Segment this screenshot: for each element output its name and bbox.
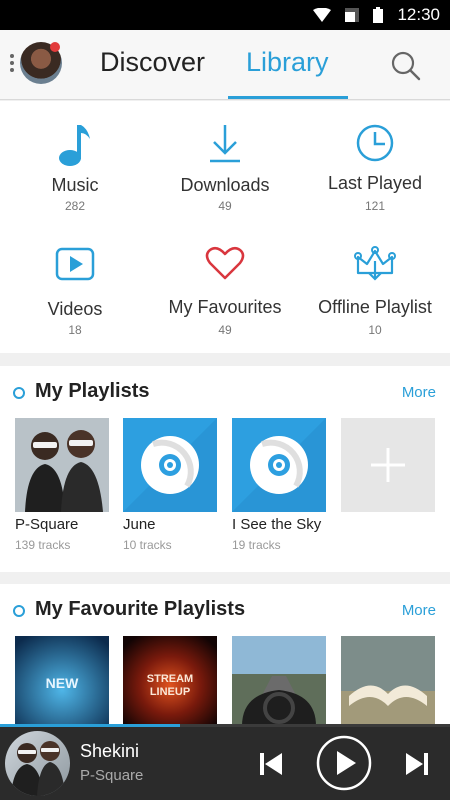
video-play-icon xyxy=(55,247,95,281)
section-ring-icon xyxy=(13,605,25,617)
favourite-playlists-section: My Favourite Playlists More NEW STREAM LI… xyxy=(0,584,450,726)
search-button[interactable] xyxy=(390,50,422,82)
download-icon xyxy=(210,125,240,163)
plus-icon xyxy=(371,448,405,482)
search-icon xyxy=(391,51,421,81)
playlist-track-count: 10 tracks xyxy=(123,538,172,552)
active-tab-indicator xyxy=(228,96,348,99)
clock-icon xyxy=(356,124,394,162)
tab-discover[interactable]: Discover xyxy=(100,30,205,100)
disc-icon xyxy=(232,418,326,512)
skip-previous-icon xyxy=(260,753,282,775)
playlist-title: P-Square xyxy=(15,516,79,533)
wifi-icon xyxy=(313,8,332,22)
library-item-count: 18 xyxy=(68,323,82,337)
add-playlist-button[interactable] xyxy=(341,418,435,512)
section-header: My Favourite Playlists More xyxy=(0,584,450,636)
tab-library[interactable]: Library xyxy=(246,30,329,100)
playlist-cover-june[interactable] xyxy=(123,418,217,512)
now-playing-title: Shekini xyxy=(80,741,140,761)
library-item-label: Downloads xyxy=(180,175,270,195)
library-item-offline-playlist[interactable]: Offline Playlist 10 xyxy=(300,227,450,353)
cover-art-stream-lineup: STREAM LINEUP xyxy=(123,636,217,726)
heart-icon xyxy=(205,246,245,280)
library-item-my-favourites[interactable]: My Favourites 49 xyxy=(150,227,300,353)
more-link[interactable]: More xyxy=(402,602,436,619)
section-title: My Playlists xyxy=(35,380,150,402)
artists-photo xyxy=(15,418,109,512)
favourite-playlist-cover[interactable] xyxy=(232,636,326,726)
favourite-playlist-cover[interactable]: STREAM LINEUP xyxy=(123,636,217,726)
disc-icon xyxy=(123,418,217,512)
status-time: 12:30 xyxy=(397,5,440,24)
mini-player[interactable]: Shekini P-Square xyxy=(0,727,450,800)
playlist-cover-p-square[interactable] xyxy=(15,418,109,512)
cover-art-text: NEW xyxy=(46,675,79,691)
library-item-count: 121 xyxy=(364,199,386,213)
car-road-photo xyxy=(232,636,326,726)
profile-avatar-button[interactable] xyxy=(10,42,64,88)
top-header: Discover Library xyxy=(0,30,450,100)
playlist-title: June xyxy=(123,516,156,533)
favourite-playlist-cover[interactable] xyxy=(341,636,435,726)
favourite-playlist-cover[interactable]: NEW xyxy=(15,636,109,726)
library-item-label: Videos xyxy=(47,299,103,319)
library-item-videos[interactable]: Videos 18 xyxy=(0,227,150,353)
previous-button[interactable] xyxy=(258,751,284,782)
music-note-icon xyxy=(59,125,90,166)
status-bar: 12:30 xyxy=(0,0,450,30)
skip-next-icon xyxy=(406,753,428,775)
now-playing-art xyxy=(5,731,70,796)
cover-art-text: STREAM LINEUP xyxy=(147,673,193,698)
my-playlists-section: My Playlists More P-Square 139 tracks Ju… xyxy=(0,366,450,572)
section-title: My Favourite Playlists xyxy=(35,598,246,620)
library-item-label: Music xyxy=(51,175,99,195)
library-item-label: Last Played xyxy=(327,173,423,193)
playlist-track-count: 139 tracks xyxy=(15,538,71,552)
book-photo xyxy=(341,636,435,726)
playlist-title: I See the Sky xyxy=(232,516,322,533)
signal-icon xyxy=(345,8,360,22)
menu-dots-icon xyxy=(10,54,14,75)
battery-icon xyxy=(373,7,384,23)
next-button[interactable] xyxy=(404,751,430,782)
notification-dot xyxy=(50,42,60,52)
cover-art-new: NEW xyxy=(15,636,109,726)
crown-download-icon xyxy=(354,246,396,281)
library-item-count: 282 xyxy=(64,199,86,213)
library-item-music[interactable]: Music 282 xyxy=(0,101,150,227)
library-item-count: 49 xyxy=(218,323,232,337)
library-item-label: Offline Playlist xyxy=(318,297,432,317)
play-button[interactable] xyxy=(316,735,372,796)
playlist-cover-i-see-the-sky[interactable] xyxy=(232,418,326,512)
library-item-last-played[interactable]: Last Played 121 xyxy=(300,101,450,227)
more-link[interactable]: More xyxy=(402,384,436,401)
playlist-track-count: 19 tracks xyxy=(232,538,281,552)
library-grid: Music 282 Downloads 49 Last Played 121 V… xyxy=(0,101,450,353)
section-ring-icon xyxy=(13,387,25,399)
library-item-downloads[interactable]: Downloads 49 xyxy=(150,101,300,227)
section-header: My Playlists More xyxy=(0,366,450,418)
library-item-count: 10 xyxy=(368,323,382,337)
now-playing-artist: P-Square xyxy=(80,767,144,784)
library-item-count: 49 xyxy=(218,199,232,213)
library-item-label: My Favourites xyxy=(168,297,282,317)
play-icon xyxy=(316,735,372,791)
